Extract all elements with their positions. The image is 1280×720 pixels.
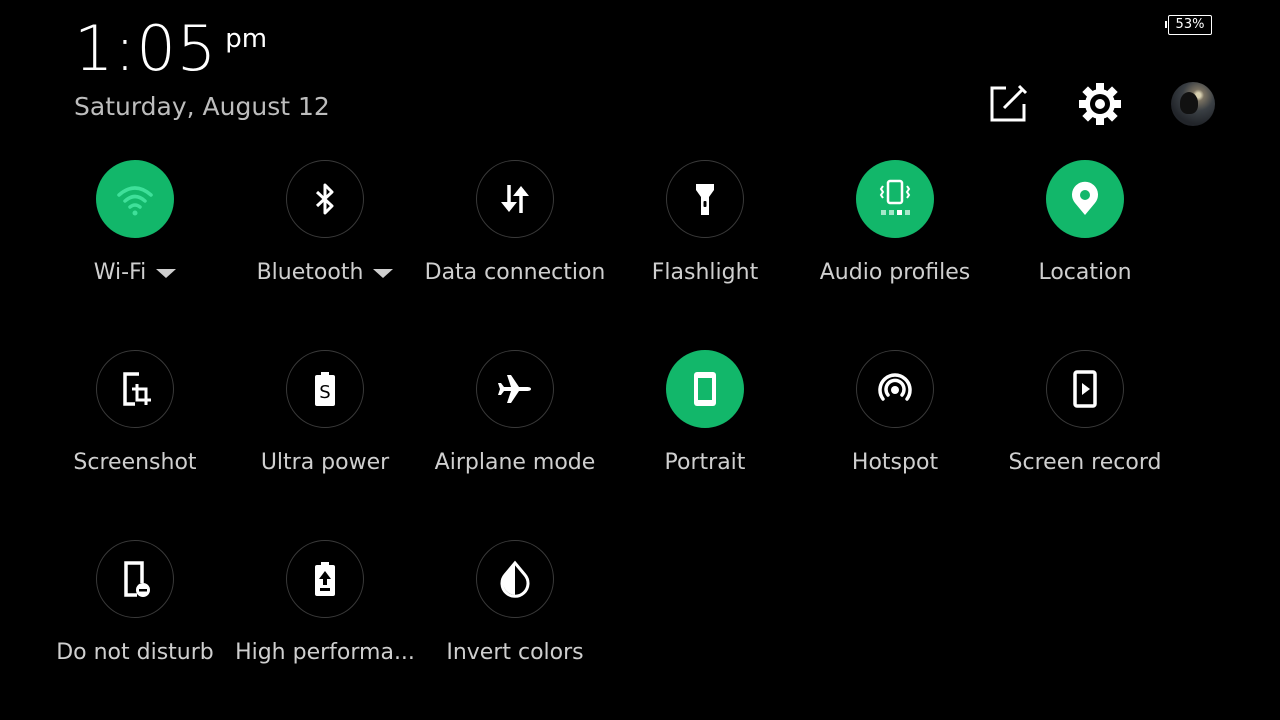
vibrate-icon xyxy=(879,179,911,215)
user-avatar[interactable] xyxy=(1171,82,1215,126)
screen-record-icon xyxy=(1073,370,1097,408)
tile-label: Do not disturb xyxy=(56,640,214,665)
hotspot-toggle[interactable] xyxy=(856,350,934,428)
audio-profiles-toggle[interactable] xyxy=(856,160,934,238)
ultra-power-icon: S xyxy=(315,372,335,406)
ultra-power-toggle[interactable]: S xyxy=(286,350,364,428)
tile-invert-colors: Invert colors xyxy=(420,540,610,690)
tile-label: Ultra power xyxy=(260,450,390,475)
tile-label: Portrait xyxy=(664,450,746,475)
tile-label: Invert colors xyxy=(446,640,584,665)
tile-bluetooth: Bluetooth xyxy=(230,160,420,310)
gear-icon[interactable] xyxy=(1078,82,1122,126)
tile-label: Wi-Fi xyxy=(93,260,147,285)
invert-colors-icon xyxy=(500,560,530,598)
bluetooth-dropdown-icon[interactable] xyxy=(373,268,394,278)
tile-screenshot: Screenshot xyxy=(40,350,230,500)
portrait-icon xyxy=(694,372,716,406)
flashlight-icon xyxy=(696,184,714,215)
battery-percent: 53% xyxy=(1175,17,1205,32)
tile-wifi: Wi-Fi xyxy=(40,160,230,310)
tile-label: Airplane mode xyxy=(434,450,596,475)
tile-label: Screen record xyxy=(1008,450,1162,475)
wifi-dropdown-icon[interactable] xyxy=(156,268,177,278)
high-performance-toggle[interactable] xyxy=(286,540,364,618)
portrait-toggle[interactable] xyxy=(666,350,744,428)
tile-ultra-power: S Ultra power xyxy=(230,350,420,500)
clock: 1:05 pm xyxy=(74,14,267,84)
tile-label: Flashlight xyxy=(651,260,759,285)
tile-flashlight: Flashlight xyxy=(610,160,800,310)
date: Saturday, August 12 xyxy=(74,92,330,121)
airplane-mode-toggle[interactable] xyxy=(476,350,554,428)
tile-label: Audio profiles xyxy=(819,260,971,285)
tile-label: Screenshot xyxy=(73,450,197,475)
tile-hotspot: Hotspot xyxy=(800,350,990,500)
tile-airplane-mode: Airplane mode xyxy=(420,350,610,500)
bluetooth-icon xyxy=(315,183,334,215)
high-performance-icon xyxy=(315,562,335,596)
tile-audio-profiles: Audio profiles xyxy=(800,160,990,310)
wifi-toggle[interactable] xyxy=(96,160,174,238)
tile-screen-record: Screen record xyxy=(990,350,1180,500)
tile-label: Bluetooth xyxy=(256,260,364,285)
screenshot-toggle[interactable] xyxy=(96,350,174,428)
airplane-icon xyxy=(498,375,531,403)
tile-label: Location xyxy=(1038,260,1132,285)
invert-colors-toggle[interactable] xyxy=(476,540,554,618)
location-pin-icon xyxy=(1072,181,1098,215)
wifi-icon xyxy=(117,186,153,216)
ampm: pm xyxy=(225,24,268,54)
tile-location: Location xyxy=(990,160,1180,310)
screen-record-toggle[interactable] xyxy=(1046,350,1124,428)
data-arrows-icon xyxy=(501,185,529,213)
edit-icon[interactable] xyxy=(986,82,1030,126)
svg-text:S: S xyxy=(319,382,330,403)
hotspot-icon xyxy=(878,373,912,401)
tile-label: Hotspot xyxy=(851,450,939,475)
screenshot-icon xyxy=(123,372,151,406)
data-connection-toggle[interactable] xyxy=(476,160,554,238)
time: 1:05 xyxy=(74,12,218,85)
tile-high-performance: High performa... xyxy=(230,540,420,690)
tile-label: Data connection xyxy=(424,260,606,285)
do-not-disturb-icon xyxy=(124,561,150,597)
tile-data-connection: Data connection xyxy=(420,160,610,310)
flashlight-toggle[interactable] xyxy=(666,160,744,238)
tile-do-not-disturb: Do not disturb xyxy=(40,540,230,690)
tile-label: High performa... xyxy=(235,640,415,665)
battery-indicator: 53% xyxy=(1165,15,1212,35)
bluetooth-toggle[interactable] xyxy=(286,160,364,238)
do-not-disturb-toggle[interactable] xyxy=(96,540,174,618)
location-toggle[interactable] xyxy=(1046,160,1124,238)
tile-portrait: Portrait xyxy=(610,350,800,500)
